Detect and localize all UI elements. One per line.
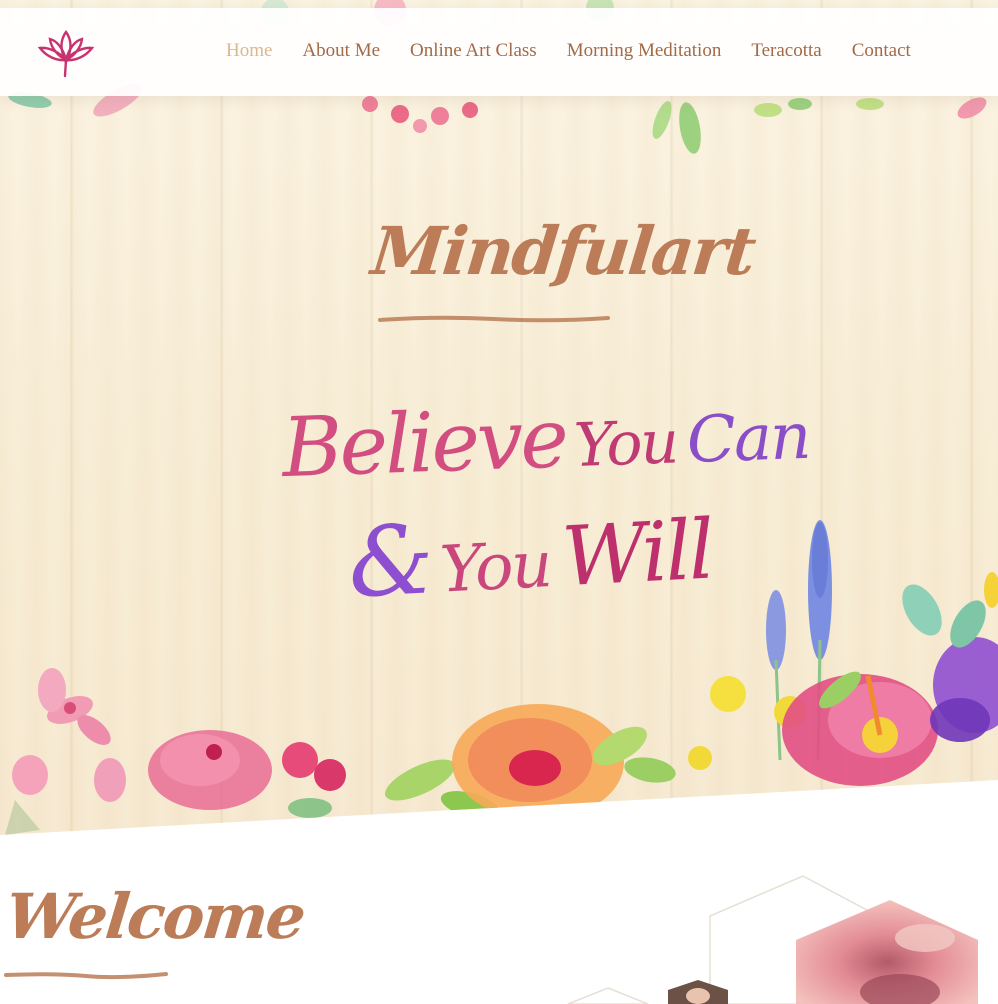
welcome-heading: Welcome <box>2 880 308 953</box>
tagline-word-you: You <box>572 407 679 481</box>
nav-item-about-me[interactable]: About Me <box>302 40 380 62</box>
hexagon-photo-gallery <box>567 875 978 1004</box>
hero-tagline-line1: BelieveYou Can <box>281 383 811 496</box>
tagline-word-you-2: You <box>438 527 553 608</box>
nav-item-contact[interactable]: Contact <box>852 40 911 62</box>
nav-item-online-art-class[interactable]: Online Art Class <box>410 40 537 62</box>
tagline-word-will: Will <box>559 502 714 606</box>
tagline-ampersand: & <box>345 503 437 620</box>
title-underline-decoration <box>378 315 610 323</box>
top-navigation-bar: Home About Me Online Art Class Morning M… <box>0 8 998 96</box>
nav-item-morning-meditation[interactable]: Morning Meditation <box>567 40 722 62</box>
welcome-underline-decoration <box>4 972 168 980</box>
main-menu: Home About Me Online Art Class Morning M… <box>226 40 911 62</box>
tagline-word-believe: Believe <box>280 391 568 497</box>
nav-item-home[interactable]: Home <box>226 40 272 62</box>
tagline-word-can: Can <box>685 399 811 479</box>
site-title: Mindfulart <box>367 212 758 290</box>
hexagon-outline-small <box>567 987 649 1004</box>
lotus-icon[interactable] <box>36 26 96 78</box>
hero-tagline-line2: &YouWill <box>345 489 714 620</box>
nav-item-teracotta[interactable]: Teracotta <box>751 40 821 62</box>
hero-banner: Mindfulart BelieveYou Can &YouWill <box>0 0 998 835</box>
